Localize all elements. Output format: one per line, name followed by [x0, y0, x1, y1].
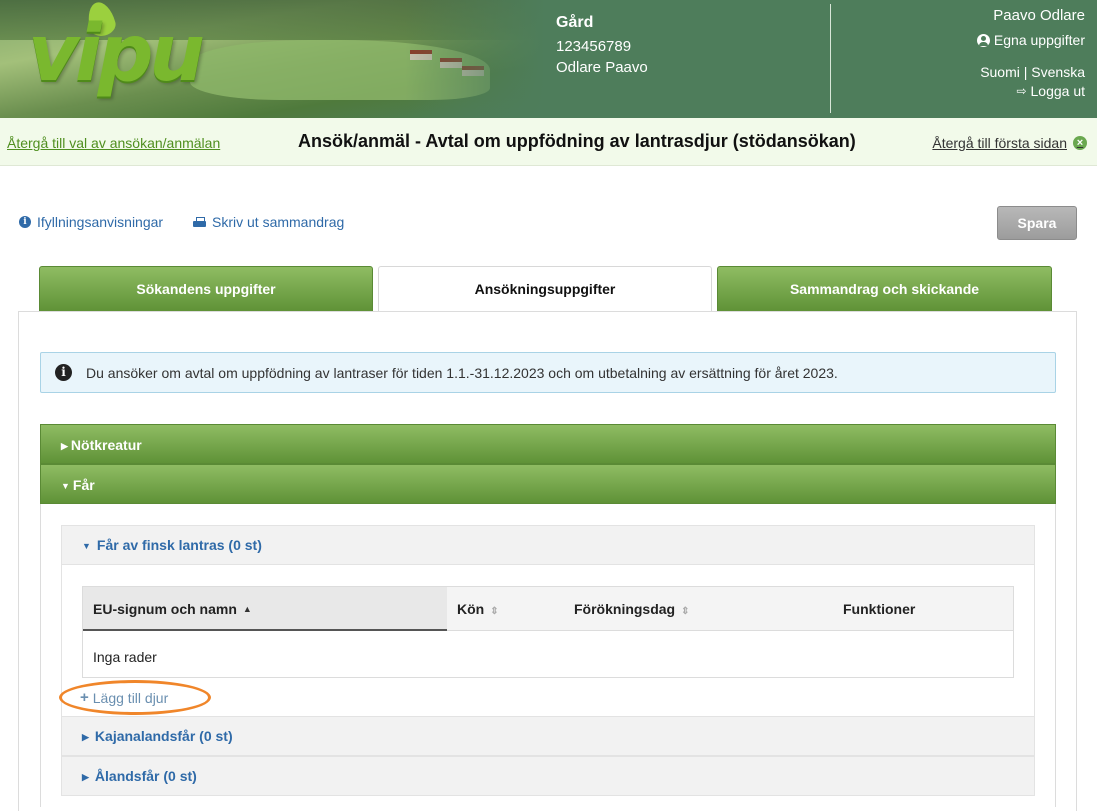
- caret-down-icon: ▼: [61, 481, 70, 491]
- animals-table: EU-signum och namn ▲ Kön ⇕ Förökningsdag ⇕ …: [82, 586, 1014, 678]
- caret-right-icon: ▶: [82, 772, 89, 782]
- info-alert-text: Du ansöker om avtal om uppfödning av lan…: [86, 364, 838, 381]
- tab-summary-and-send[interactable]: Sammandrag och skickande: [717, 266, 1052, 312]
- sub-header: Återgå till val av ansökan/anmälan Ansök…: [0, 118, 1097, 166]
- caret-right-icon: ▶: [61, 441, 68, 451]
- lang-sv-link[interactable]: Svenska: [1031, 64, 1085, 80]
- column-header-sex[interactable]: Kön ⇕: [447, 587, 567, 631]
- lang-separator: |: [1023, 64, 1028, 80]
- subsection-kajanaland-header[interactable]: ▶ Kajanalandsfår (0 st): [61, 716, 1035, 756]
- user-panel: Paavo Odlare Egna uppgifter Suomi | Sven…: [976, 7, 1085, 99]
- section-cattle-label: Nötkreatur: [70, 437, 142, 453]
- farm-title: Gård: [556, 14, 594, 31]
- lang-fi-link[interactable]: Suomi: [980, 64, 1020, 80]
- sort-asc-icon: ▲: [242, 604, 252, 614]
- own-info-link[interactable]: Egna uppgifter: [976, 32, 1085, 48]
- section-cattle-header[interactable]: ▶ Nötkreatur: [40, 424, 1056, 464]
- print-summary-link[interactable]: Skriv ut sammandrag: [193, 214, 344, 230]
- print-summary-label: Skriv ut sammandrag: [212, 214, 345, 230]
- subsection-finnish-sheep-label: Får av finsk lantras (0 st): [96, 537, 262, 553]
- farm-info: Gård 123456789 Odlare Paavo: [556, 14, 648, 76]
- instructions-link[interactable]: i Ifyllningsanvisningar: [19, 214, 163, 230]
- user-name: Paavo Odlare: [993, 7, 1085, 24]
- info-icon: i: [19, 216, 31, 228]
- user-circle-icon: [976, 33, 990, 47]
- printer-icon: [193, 216, 206, 228]
- sort-icon: ⇕: [681, 606, 690, 617]
- language-switcher: Suomi | Svenska: [977, 64, 1085, 80]
- section-sheep-label: Får: [72, 477, 95, 493]
- page-title: Ansök/anmäl - Avtal om uppfödning av lan…: [298, 131, 856, 151]
- back-to-front-page-link[interactable]: Återgå till första sidan ×: [932, 135, 1087, 151]
- front-link-label: Återgå till första sidan: [932, 135, 1067, 151]
- column-label-functions: Funktioner: [843, 601, 916, 617]
- info-alert: i Du ansöker om avtal om uppfödning av l…: [40, 352, 1056, 393]
- logout-link[interactable]: ⇨ Logga ut: [977, 83, 1085, 99]
- sort-icon: ⇕: [490, 606, 499, 617]
- back-to-selection-link[interactable]: Återgå till val av ansökan/anmälan: [7, 135, 220, 151]
- farm-owner: Odlare Paavo: [556, 59, 648, 76]
- save-button[interactable]: Spara: [997, 206, 1077, 240]
- subsection-finnish-sheep-header[interactable]: ▼ Får av finsk lantras (0 st): [61, 525, 1035, 565]
- header-divider: [830, 4, 831, 113]
- empty-table-message: Inga rader: [93, 649, 157, 665]
- info-circle-icon: i: [55, 364, 72, 381]
- logout-label: Logga ut: [1030, 83, 1086, 99]
- subsection-aland-label: Ålandsfår (0 st): [94, 768, 197, 784]
- tab-applicant-info[interactable]: Sökandens uppgifter: [39, 266, 373, 312]
- column-label-breeding-date: Förökningsdag: [574, 601, 676, 617]
- caret-right-icon: ▶: [82, 732, 89, 742]
- own-info-label: Egna uppgifter: [993, 32, 1085, 48]
- highlight-annotation: [59, 680, 211, 715]
- tab-application-info[interactable]: Ansökningsuppgifter: [378, 266, 712, 312]
- column-label-sex: Kön: [457, 601, 485, 617]
- column-header-functions: Funktioner: [833, 587, 1013, 631]
- page-header: vipu Gård 123456789 Odlare Paavo Paavo O…: [0, 0, 1097, 118]
- subsection-kajanaland-label: Kajanalandsfår (0 st): [94, 728, 233, 744]
- column-header-breeding-date[interactable]: Förökningsdag ⇕: [564, 587, 794, 631]
- vipu-logo[interactable]: vipu: [28, 14, 205, 94]
- section-sheep-header[interactable]: ▼ Får: [40, 464, 1056, 504]
- column-label-eu-signum: EU-signum och namn: [93, 601, 237, 617]
- instructions-label: Ifyllningsanvisningar: [37, 214, 164, 230]
- column-header-eu-signum[interactable]: EU-signum och namn ▲: [83, 587, 447, 631]
- caret-down-icon: ▼: [82, 541, 91, 551]
- close-circle-icon: ×: [1073, 136, 1087, 150]
- logout-icon: ⇨: [1016, 84, 1027, 98]
- farm-id: 123456789: [556, 38, 632, 55]
- subsection-aland-header[interactable]: ▶ Ålandsfår (0 st): [61, 756, 1035, 796]
